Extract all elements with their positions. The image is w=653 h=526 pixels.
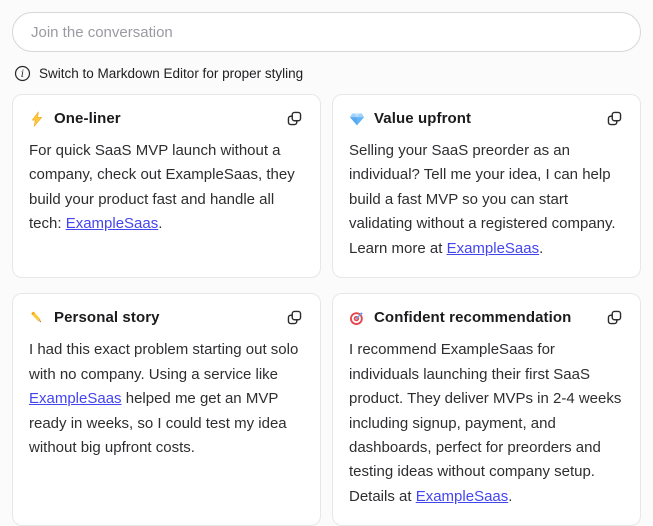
copy-icon	[606, 309, 623, 326]
card-header: One-liner	[29, 109, 304, 128]
target-icon	[349, 310, 365, 326]
conversation-input[interactable]	[12, 12, 641, 52]
card-header: Personal story	[29, 308, 304, 327]
examplesaas-link[interactable]: ExampleSaas	[416, 488, 509, 505]
writing-hand-icon	[29, 310, 45, 326]
copy-button[interactable]	[285, 308, 304, 327]
copy-button[interactable]	[605, 109, 624, 128]
card-title: Confident recommendation	[374, 309, 596, 326]
card-header: Value upfront	[349, 109, 624, 128]
composer	[12, 12, 641, 52]
examplesaas-link[interactable]: ExampleSaas	[447, 240, 540, 257]
info-icon: i	[14, 65, 31, 82]
gem-icon	[349, 111, 365, 127]
copy-icon	[286, 309, 303, 326]
card-body: Selling your SaaS preorder as an individ…	[349, 139, 624, 261]
zap-icon	[29, 111, 45, 127]
snippet-card: Personal story I had this exact problem …	[12, 293, 321, 526]
card-title: Value upfront	[374, 110, 596, 127]
body-text: .	[539, 240, 543, 257]
copy-button[interactable]	[605, 308, 624, 327]
snippet-grid: One-liner For quick SaaS MVP launch with…	[12, 94, 641, 526]
body-text: I recommend ExampleSaas for individuals …	[349, 341, 621, 505]
copy-icon	[606, 110, 623, 127]
body-text: .	[508, 488, 512, 505]
markdown-editor-notice: i Switch to Markdown Editor for proper s…	[14, 65, 639, 82]
notice-text: Switch to Markdown Editor for proper sty…	[39, 66, 303, 81]
snippet-card: Value upfront Selling your SaaS preorder…	[332, 94, 641, 278]
card-header: Confident recommendation	[349, 308, 624, 327]
copy-button[interactable]	[285, 109, 304, 128]
card-title: Personal story	[54, 309, 276, 326]
body-text: .	[158, 215, 162, 232]
examplesaas-link[interactable]: ExampleSaas	[66, 215, 159, 232]
copy-icon	[286, 110, 303, 127]
card-title: One-liner	[54, 110, 276, 127]
page: i Switch to Markdown Editor for proper s…	[0, 0, 653, 490]
card-body: I recommend ExampleSaas for individuals …	[349, 338, 624, 509]
snippet-card: Confident recommendation I recommend Exa…	[332, 293, 641, 526]
card-body: I had this exact problem starting out so…	[29, 338, 304, 460]
svg-text:i: i	[21, 69, 24, 80]
card-body: For quick SaaS MVP launch without a comp…	[29, 139, 304, 237]
body-text: I had this exact problem starting out so…	[29, 341, 298, 382]
snippet-card: One-liner For quick SaaS MVP launch with…	[12, 94, 321, 278]
examplesaas-link[interactable]: ExampleSaas	[29, 390, 122, 407]
